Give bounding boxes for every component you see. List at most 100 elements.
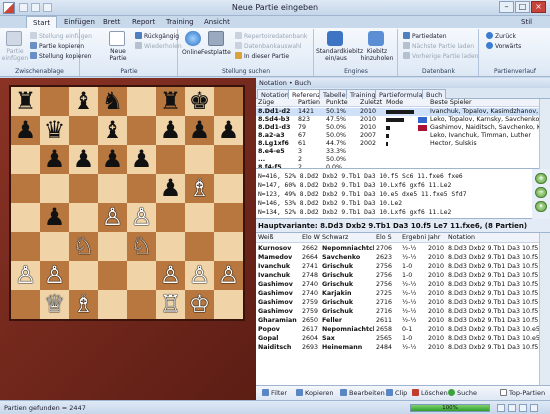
reference-scrollbar[interactable] xyxy=(539,99,550,169)
square-b4[interactable]: ♟ xyxy=(40,203,69,232)
black-piece[interactable]: ♟ xyxy=(160,116,182,144)
layout-icon[interactable] xyxy=(519,404,527,412)
harddisk-search-button[interactable]: Festplatte xyxy=(201,49,231,56)
table-row[interactable]: Gashimov 2740 Karjakin 2725 ½-½ 2010 8.Dd3 Dxb… xyxy=(256,289,539,298)
analysis-line[interactable]: N=146, 53% 8.Dd2 Dxb2 9.Tb1 Da3 10.Le2 xyxy=(258,200,402,208)
settings-icon[interactable]: • xyxy=(535,201,547,212)
column-header[interactable]: Elo W xyxy=(302,233,320,243)
table-row[interactable]: Gashimov 2740 Grischuk 2756 ½-½ 2010 8.Dd3 Dxb… xyxy=(256,280,539,289)
white-piece[interactable]: ♗ xyxy=(73,290,95,318)
square-c8[interactable]: ♝ xyxy=(69,87,98,116)
layout-icon[interactable] xyxy=(508,404,516,412)
column-header[interactable]: Elo S xyxy=(376,233,398,243)
square-g5[interactable]: ♗ xyxy=(185,174,214,203)
white-piece[interactable]: ♙ xyxy=(131,203,153,231)
black-piece[interactable]: ♛ xyxy=(44,116,66,144)
black-piece[interactable]: ♟ xyxy=(218,116,240,144)
square-h5[interactable] xyxy=(214,174,243,203)
analysis-line[interactable]: N=134, 52% 8.Dd2 Dxb2 9.Tb1 Da3 10.Lxf6 … xyxy=(258,209,451,217)
square-b5[interactable] xyxy=(40,174,69,203)
square-d2[interactable] xyxy=(98,261,127,290)
square-e1[interactable] xyxy=(127,290,156,319)
new-game-button[interactable]: Neue Partie xyxy=(103,48,133,62)
column-header[interactable]: Züge xyxy=(258,99,296,107)
square-g8[interactable]: ♚ xyxy=(185,87,214,116)
tab-buch[interactable]: Buch xyxy=(422,89,447,99)
square-b6[interactable]: ♟ xyxy=(40,145,69,174)
analysis-line[interactable]: N=416, 52% 8.Dd2 Dxb2 9.Tb1 Da3 10.f5 Sc… xyxy=(258,173,463,181)
add-kibitzer-button[interactable]: Kiebitz hinzuholen xyxy=(357,48,397,62)
square-h1[interactable] xyxy=(214,290,243,319)
square-d8[interactable]: ♞ xyxy=(98,87,127,116)
paste-game-button[interactable]: Partie einfügen xyxy=(1,48,29,62)
square-e3[interactable]: ♘ xyxy=(127,232,156,261)
square-g1[interactable]: ♔ xyxy=(185,290,214,319)
square-h7[interactable]: ♟ xyxy=(214,116,243,145)
square-a5[interactable] xyxy=(11,174,40,203)
table-row[interactable]: Popov 2617 Nepomniachtchi 2658 0-1 2010 8.Dd3 … xyxy=(256,325,539,334)
black-piece[interactable]: ♜ xyxy=(160,87,182,115)
square-f6[interactable] xyxy=(156,145,185,174)
white-piece[interactable]: ♕ xyxy=(44,290,66,318)
square-d7[interactable]: ♝ xyxy=(98,116,127,145)
square-d4[interactable]: ♙ xyxy=(98,203,127,232)
black-piece[interactable]: ♚ xyxy=(189,87,211,115)
square-e6[interactable]: ♟ xyxy=(127,145,156,174)
square-b8[interactable] xyxy=(40,87,69,116)
analysis-line[interactable]: N=147, 60% 8.Dd2 Dxb2 9.Tb1 Da3 10.Lxf6 … xyxy=(258,182,451,190)
square-c2[interactable] xyxy=(69,261,98,290)
square-f5[interactable]: ♟ xyxy=(156,174,185,203)
column-header[interactable]: Weiß xyxy=(258,233,300,243)
white-piece[interactable]: ♙ xyxy=(189,261,211,289)
column-header[interactable]: Punkte xyxy=(326,99,358,107)
maximize-button[interactable]: □ xyxy=(515,1,530,13)
square-g6[interactable] xyxy=(185,145,214,174)
black-piece[interactable]: ♞ xyxy=(102,87,124,115)
square-d1[interactable] xyxy=(98,290,127,319)
square-c3[interactable]: ♘ xyxy=(69,232,98,261)
square-c5[interactable] xyxy=(69,174,98,203)
column-header[interactable]: Ergebnis xyxy=(402,233,426,243)
column-header[interactable]: Jahr xyxy=(428,233,446,243)
square-e8[interactable] xyxy=(127,87,156,116)
black-piece[interactable]: ♟ xyxy=(160,174,182,202)
copy-button[interactable]: Kopieren xyxy=(296,389,334,398)
square-c6[interactable]: ♟ xyxy=(69,145,98,174)
square-g4[interactable] xyxy=(185,203,214,232)
column-header[interactable]: Notation xyxy=(448,233,539,243)
square-c1[interactable]: ♗ xyxy=(69,290,98,319)
zoom-out-icon[interactable]: − xyxy=(535,187,547,198)
white-piece[interactable]: ♙ xyxy=(15,261,37,289)
repertoire-db-button[interactable]: Repertoiredatenbank xyxy=(235,32,307,40)
table-row[interactable]: Mamedov 2664 Savchenko 2623 ½-½ 2010 8.Dd3 Dxb… xyxy=(256,253,539,262)
square-a3[interactable] xyxy=(11,232,40,261)
square-f3[interactable] xyxy=(156,232,185,261)
search-in-game-button[interactable]: In dieser Partie xyxy=(235,52,289,60)
tab-training[interactable]: Training xyxy=(160,16,200,28)
table-row[interactable]: Naiditsch 2693 Heinemann 2484 ½-½ 2010 8.Dd3 D… xyxy=(256,343,539,352)
square-b1[interactable]: ♕ xyxy=(40,290,69,319)
table-row[interactable]: Ivanchuk 2748 Grischuk 2756 1-0 2010 8.Dd3 Dxb… xyxy=(256,271,539,280)
reference-row[interactable]: 8.a2-a3 67 50.0% 2007 Leko, Ivanchuk, Timman… xyxy=(256,132,539,140)
square-e7[interactable] xyxy=(127,116,156,145)
square-h8[interactable] xyxy=(214,87,243,116)
reference-row[interactable]: 8.Dd1-d2 1421 50.1% 2010 Ivanchuk, Topalov, … xyxy=(256,108,539,116)
black-piece[interactable]: ♟ xyxy=(15,116,37,144)
table-row[interactable]: Gopal 2604 Sax 2565 1-0 2010 8.Dd3 Dxb2 9.Tb1 … xyxy=(256,334,539,343)
reference-row[interactable]: 8.Sd4-b3 823 47.5% 2010 Leko, Topalov, Karns… xyxy=(256,116,539,124)
white-piece[interactable]: ♘ xyxy=(73,232,95,260)
square-g7[interactable]: ♟ xyxy=(185,116,214,145)
black-piece[interactable]: ♟ xyxy=(44,145,66,173)
column-header[interactable]: Schwarz xyxy=(322,233,374,243)
prev-game-button[interactable]: Vorherige Partie laden xyxy=(403,52,478,60)
black-piece[interactable]: ♟ xyxy=(73,145,95,173)
games-scrollbar[interactable] xyxy=(539,233,550,385)
square-d6[interactable]: ♟ xyxy=(98,145,127,174)
square-a7[interactable]: ♟ xyxy=(11,116,40,145)
square-d5[interactable] xyxy=(98,174,127,203)
column-header[interactable]: Partien xyxy=(298,99,324,107)
square-f8[interactable]: ♜ xyxy=(156,87,185,116)
square-f7[interactable]: ♟ xyxy=(156,116,185,145)
close-button[interactable]: × xyxy=(531,1,546,13)
white-piece[interactable]: ♙ xyxy=(160,261,182,289)
